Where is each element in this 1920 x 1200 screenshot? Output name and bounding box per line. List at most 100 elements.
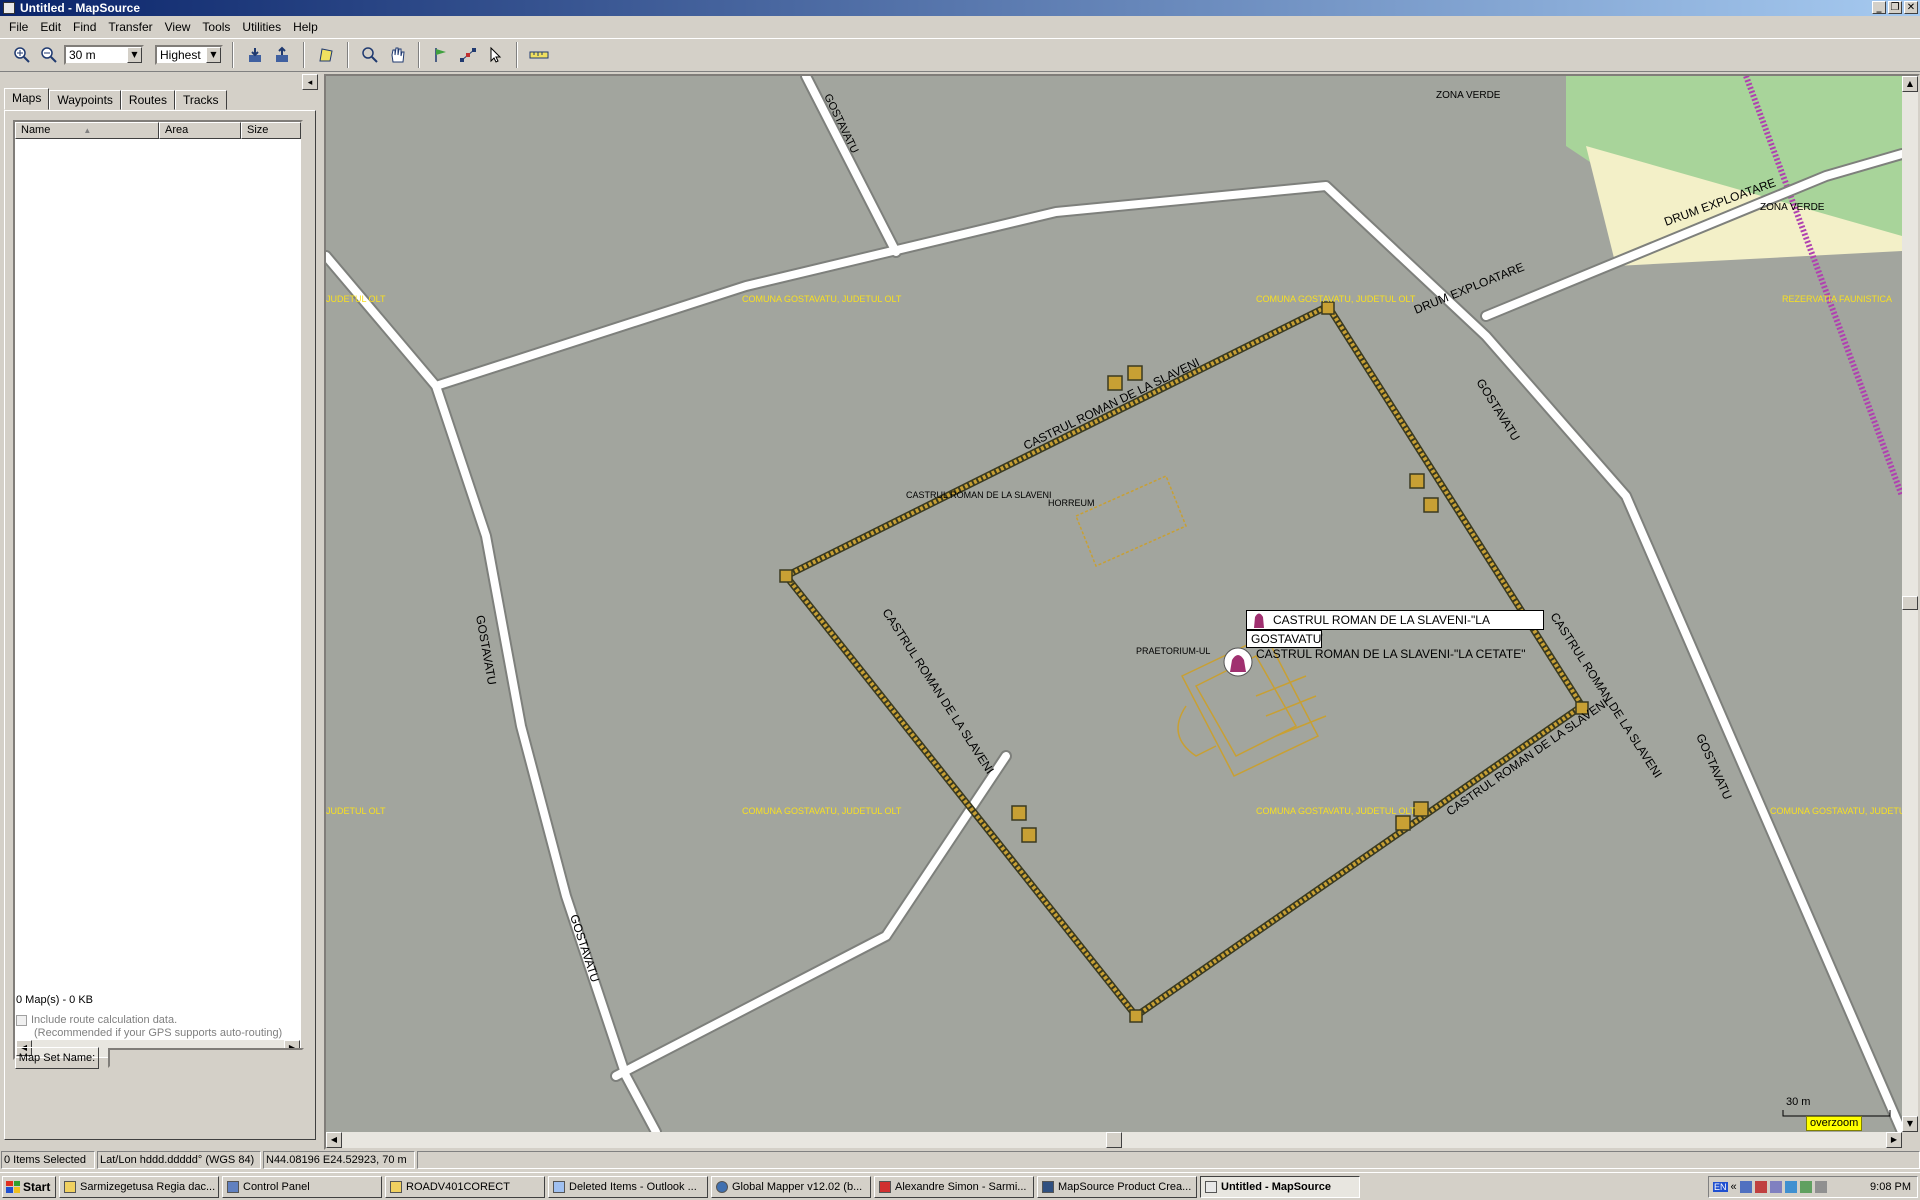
chevron-down-icon[interactable]: ▼ bbox=[206, 47, 221, 63]
tab-routes[interactable]: Routes bbox=[120, 90, 175, 110]
close-button[interactable]: ✕ bbox=[1904, 1, 1918, 14]
start-button[interactable]: Start bbox=[2, 1175, 56, 1198]
adobe-icon bbox=[879, 1180, 891, 1193]
measure-ruler-icon[interactable] bbox=[527, 43, 551, 67]
task-label: Alexandre Simon - Sarmi... bbox=[895, 1180, 1027, 1193]
tab-waypoints[interactable]: Waypoints bbox=[49, 90, 121, 110]
minimize-button[interactable]: _ bbox=[1872, 1, 1886, 14]
map-hscrollbar[interactable]: ◀ ▶ bbox=[326, 1132, 1902, 1148]
taskbar: Start Sarmizegetusa Regia dac... Control… bbox=[0, 1172, 1920, 1200]
tab-maps[interactable]: Maps bbox=[4, 88, 50, 110]
column-name-label: Name bbox=[21, 124, 51, 136]
toolbar-separator bbox=[232, 42, 234, 68]
route-tool-icon[interactable] bbox=[456, 43, 480, 67]
toolbar-separator bbox=[418, 42, 420, 68]
mapsource-app-icon bbox=[1205, 1180, 1217, 1193]
language-indicator[interactable]: EN bbox=[1713, 1182, 1728, 1192]
map-set-name-input[interactable] bbox=[108, 1048, 304, 1068]
menu-find[interactable]: Find bbox=[67, 17, 102, 37]
window-title: Untitled - MapSource bbox=[20, 1, 141, 15]
county-label-5: COMUNA GOSTAVATU, JUDETUL OLT bbox=[1770, 806, 1902, 816]
column-area[interactable]: Area bbox=[159, 122, 241, 139]
task-alexandre-simon[interactable]: Alexandre Simon - Sarmi... bbox=[874, 1175, 1034, 1198]
label-zona-verde-1: ZONA VERDE bbox=[1436, 90, 1501, 101]
map-set-name-button[interactable]: Map Set Name: bbox=[15, 1047, 99, 1069]
task-outlook[interactable]: Deleted Items - Outlook ... bbox=[548, 1175, 708, 1198]
collapse-panel-button[interactable]: ◂ bbox=[302, 74, 318, 90]
tray-expand-icon[interactable]: « bbox=[1731, 1181, 1737, 1193]
column-size[interactable]: Size bbox=[241, 122, 301, 139]
toolbar-separator bbox=[516, 42, 518, 68]
menu-transfer[interactable]: Transfer bbox=[102, 17, 158, 37]
restore-button[interactable]: ❐ bbox=[1888, 1, 1902, 14]
scroll-right-icon[interactable]: ▶ bbox=[1886, 1132, 1902, 1148]
maps-list[interactable]: Name ▲ Area Size ◀ ▶ bbox=[13, 120, 303, 1060]
overzoom-badge: overzoom bbox=[1806, 1116, 1863, 1131]
menu-file[interactable]: File bbox=[3, 17, 34, 37]
map-vscroll-thumb[interactable] bbox=[1902, 596, 1918, 610]
label-poi-behind: CASTRUL ROMAN DE LA SLAVENI-"LA CETATE" bbox=[1256, 647, 1525, 661]
menu-tools[interactable]: Tools bbox=[196, 17, 236, 37]
updates-icon[interactable] bbox=[1799, 1181, 1812, 1193]
send-to-device-icon[interactable] bbox=[270, 43, 294, 67]
task-sarmizegetusa[interactable]: Sarmizegetusa Regia dac... bbox=[59, 1175, 219, 1198]
map-hscroll-thumb[interactable] bbox=[1106, 1132, 1122, 1148]
chevron-down-icon[interactable]: ▼ bbox=[127, 47, 142, 63]
map-select-icon[interactable] bbox=[314, 43, 338, 67]
scroll-up-icon[interactable]: ▲ bbox=[1902, 76, 1918, 92]
detail-level-select[interactable]: Highest ▼ bbox=[155, 45, 223, 65]
poi-tooltip-sub: GOSTAVATU bbox=[1246, 630, 1322, 648]
label-praetorium: PRAETORIUM-UL bbox=[1136, 646, 1210, 656]
menu-bar: File Edit Find Transfer View Tools Utili… bbox=[0, 17, 1920, 37]
map-canvas[interactable]: ZONA VERDE ZONA VERDE DRUM EXPLOATARE DR… bbox=[326, 76, 1902, 1132]
column-name[interactable]: Name ▲ bbox=[15, 122, 159, 139]
map-view[interactable]: ZONA VERDE ZONA VERDE DRUM EXPLOATARE DR… bbox=[324, 74, 1920, 1150]
toolbar-separator bbox=[303, 42, 305, 68]
display-icon[interactable] bbox=[1769, 1181, 1782, 1193]
task-label: Global Mapper v12.02 (b... bbox=[732, 1180, 863, 1193]
rezervatie-label: REZERVATIA FAUNISTICA bbox=[1782, 294, 1892, 304]
zoom-scale-select[interactable]: 30 m ▼ bbox=[64, 45, 144, 65]
task-roadv401corect[interactable]: ROADV401CORECT bbox=[385, 1175, 545, 1198]
poi-marker[interactable] bbox=[1223, 647, 1253, 677]
menu-utilities[interactable]: Utilities bbox=[236, 17, 287, 37]
include-route-checkbox[interactable] bbox=[16, 1015, 27, 1026]
zoom-in-icon[interactable] bbox=[10, 43, 34, 67]
network-icon[interactable] bbox=[1739, 1181, 1752, 1193]
search-icon[interactable] bbox=[1784, 1181, 1797, 1193]
globe-icon bbox=[716, 1180, 728, 1193]
pan-hand-icon[interactable] bbox=[385, 43, 409, 67]
tab-tracks[interactable]: Tracks bbox=[174, 90, 227, 110]
zoom-tool-icon[interactable] bbox=[358, 43, 382, 67]
receive-from-device-icon[interactable] bbox=[243, 43, 267, 67]
security-icon[interactable] bbox=[1754, 1181, 1767, 1193]
map-count: 0 Map(s) - 0 KB bbox=[16, 994, 94, 1006]
waypoint-flag-icon[interactable] bbox=[429, 43, 453, 67]
task-untitled-mapsource[interactable]: Untitled - MapSource bbox=[1200, 1175, 1360, 1198]
menu-edit[interactable]: Edit bbox=[34, 17, 67, 37]
map-vscrollbar[interactable]: ▲ ▼ bbox=[1902, 76, 1918, 1132]
selection-arrow-icon[interactable] bbox=[483, 43, 507, 67]
sort-ascending-icon: ▲ bbox=[83, 126, 92, 135]
menu-view[interactable]: View bbox=[159, 17, 197, 37]
panel-tabs: Maps Waypoints Routes Tracks bbox=[4, 88, 227, 110]
scroll-left-icon[interactable]: ◀ bbox=[326, 1132, 342, 1148]
task-mapsource-product[interactable]: MapSource Product Crea... bbox=[1037, 1175, 1197, 1198]
task-control-panel[interactable]: Control Panel bbox=[222, 1175, 382, 1198]
task-label: Deleted Items - Outlook ... bbox=[569, 1180, 697, 1193]
label-horreum: HORREUM bbox=[1048, 498, 1095, 508]
status-position: N44.08196 E24.52923, 70 m bbox=[263, 1151, 415, 1169]
scroll-down-icon[interactable]: ▼ bbox=[1902, 1116, 1918, 1132]
monument-icon bbox=[1254, 613, 1264, 628]
system-tray: EN « 9:08 PM bbox=[1708, 1176, 1918, 1198]
county-label-4: COMUNA GOSTAVATU, JUDETUL OLT bbox=[1256, 806, 1416, 816]
volume-icon[interactable] bbox=[1814, 1181, 1827, 1193]
poi-tooltip: CASTRUL ROMAN DE LA SLAVENI-"LA CETATE" bbox=[1246, 610, 1544, 645]
clock[interactable]: 9:08 PM bbox=[1870, 1181, 1917, 1193]
zoom-out-icon[interactable] bbox=[37, 43, 61, 67]
task-global-mapper[interactable]: Global Mapper v12.02 (b... bbox=[711, 1175, 871, 1198]
control-panel-icon bbox=[227, 1180, 239, 1193]
menu-help[interactable]: Help bbox=[287, 17, 324, 37]
start-label: Start bbox=[23, 1179, 51, 1194]
folder-icon bbox=[64, 1180, 76, 1193]
